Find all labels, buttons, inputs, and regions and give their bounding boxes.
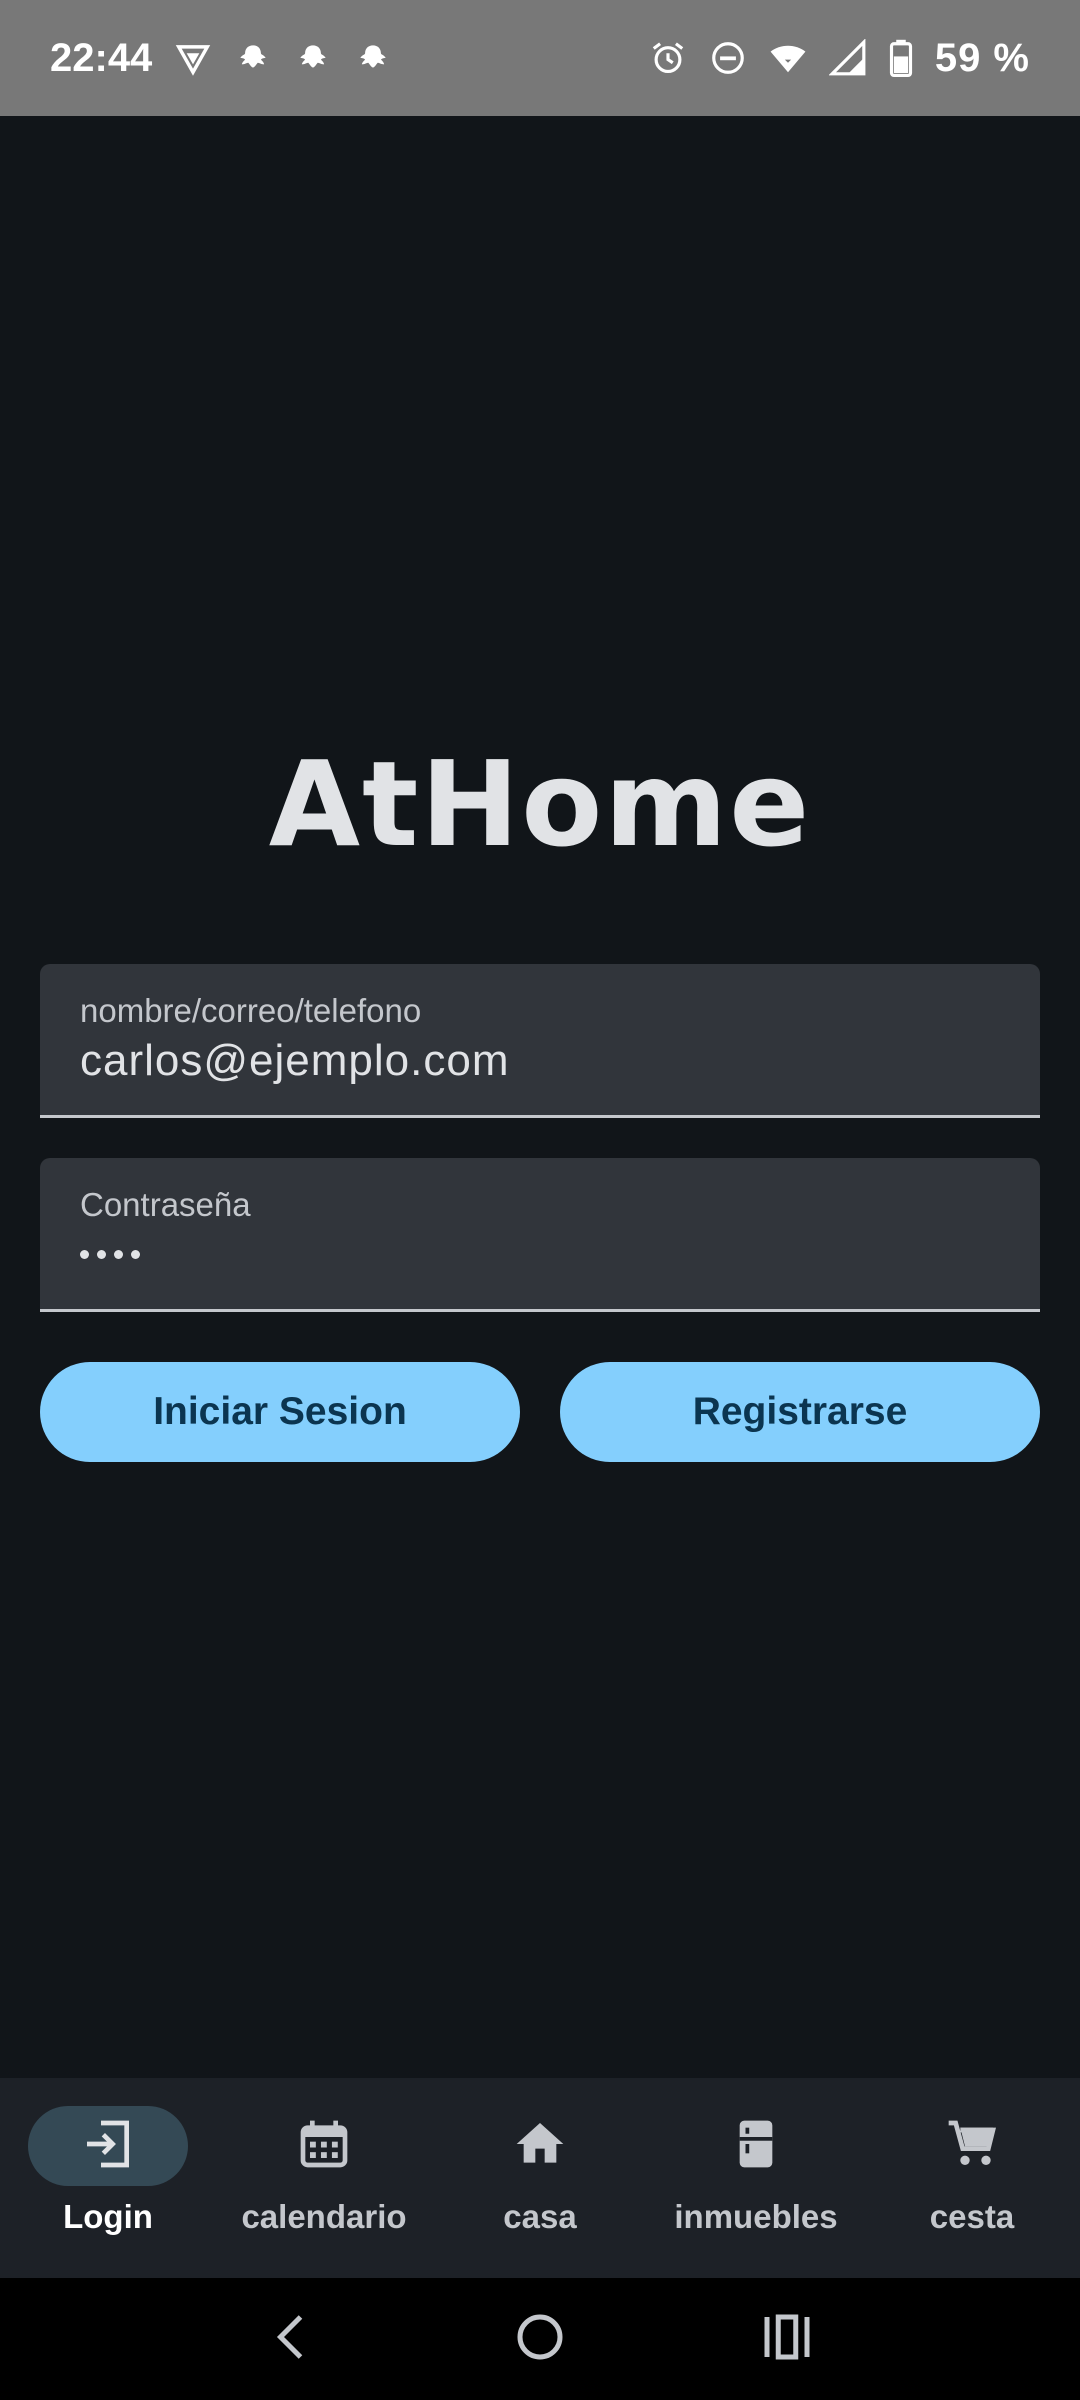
nav-icon-wrap xyxy=(676,2106,836,2186)
fridge-icon xyxy=(728,2116,784,2177)
nav-label-inmuebles: inmuebles xyxy=(674,2198,838,2235)
nav-icon-wrap xyxy=(244,2106,404,2186)
username-label: nombre/correo/telefono xyxy=(80,992,422,1029)
system-navigation-bar xyxy=(0,2278,1080,2400)
cart-icon xyxy=(944,2116,1000,2177)
password-field[interactable]: Contraseña xyxy=(40,1158,1040,1312)
home-button-icon[interactable] xyxy=(510,2307,570,2372)
nav-indicator xyxy=(28,2106,188,2186)
bug-icon xyxy=(294,39,332,77)
username-field[interactable]: nombre/correo/telefono carlos@ejemplo.co… xyxy=(40,964,1040,1118)
app-logo: AtHome xyxy=(0,740,1080,870)
logo-text: AtHome xyxy=(269,745,812,865)
username-input[interactable]: carlos@ejemplo.com xyxy=(80,1036,509,1086)
recents-icon[interactable] xyxy=(757,2307,817,2372)
wifi-icon xyxy=(769,39,807,77)
nav-item-login[interactable]: Login xyxy=(0,2078,216,2278)
password-input[interactable] xyxy=(80,1250,140,1259)
password-dot xyxy=(97,1250,106,1259)
nav-item-inmuebles[interactable]: inmuebles xyxy=(648,2078,864,2278)
nav-item-calendario[interactable]: calendario xyxy=(216,2078,432,2278)
home-icon xyxy=(512,2116,568,2177)
password-dot xyxy=(80,1250,89,1259)
bottom-navigation: Login calendario casa inmuebles cesta xyxy=(0,2078,1080,2278)
back-icon[interactable] xyxy=(263,2307,323,2372)
bug-icon xyxy=(354,39,392,77)
alarm-icon xyxy=(649,39,687,77)
nav-item-casa[interactable]: casa xyxy=(432,2078,648,2278)
status-bar: 22:44 59 % xyxy=(0,0,1080,116)
do-not-disturb-icon xyxy=(709,39,747,77)
login-icon xyxy=(80,2116,136,2177)
login-button[interactable]: Iniciar Sesion xyxy=(40,1362,520,1462)
password-dot xyxy=(114,1250,123,1259)
password-label: Contraseña xyxy=(80,1186,251,1223)
nav-icon-wrap xyxy=(892,2106,1052,2186)
nav-label-casa: casa xyxy=(503,2198,577,2235)
nav-label-cesta: cesta xyxy=(929,2198,1015,2235)
register-button[interactable]: Registrarse xyxy=(560,1362,1040,1462)
battery-icon xyxy=(889,39,913,77)
password-dot xyxy=(131,1250,140,1259)
vpn-shield-icon xyxy=(174,39,212,77)
signal-icon xyxy=(828,38,867,77)
nav-icon-wrap xyxy=(460,2106,620,2186)
status-time: 22:44 xyxy=(50,35,153,80)
calendar-icon xyxy=(296,2116,352,2177)
nav-label-calendario: calendario xyxy=(241,2198,407,2235)
bug-icon xyxy=(234,39,272,77)
battery-percentage: 59 % xyxy=(934,35,1030,80)
nav-item-cesta[interactable]: cesta xyxy=(864,2078,1080,2278)
nav-label-login: Login xyxy=(63,2198,153,2235)
